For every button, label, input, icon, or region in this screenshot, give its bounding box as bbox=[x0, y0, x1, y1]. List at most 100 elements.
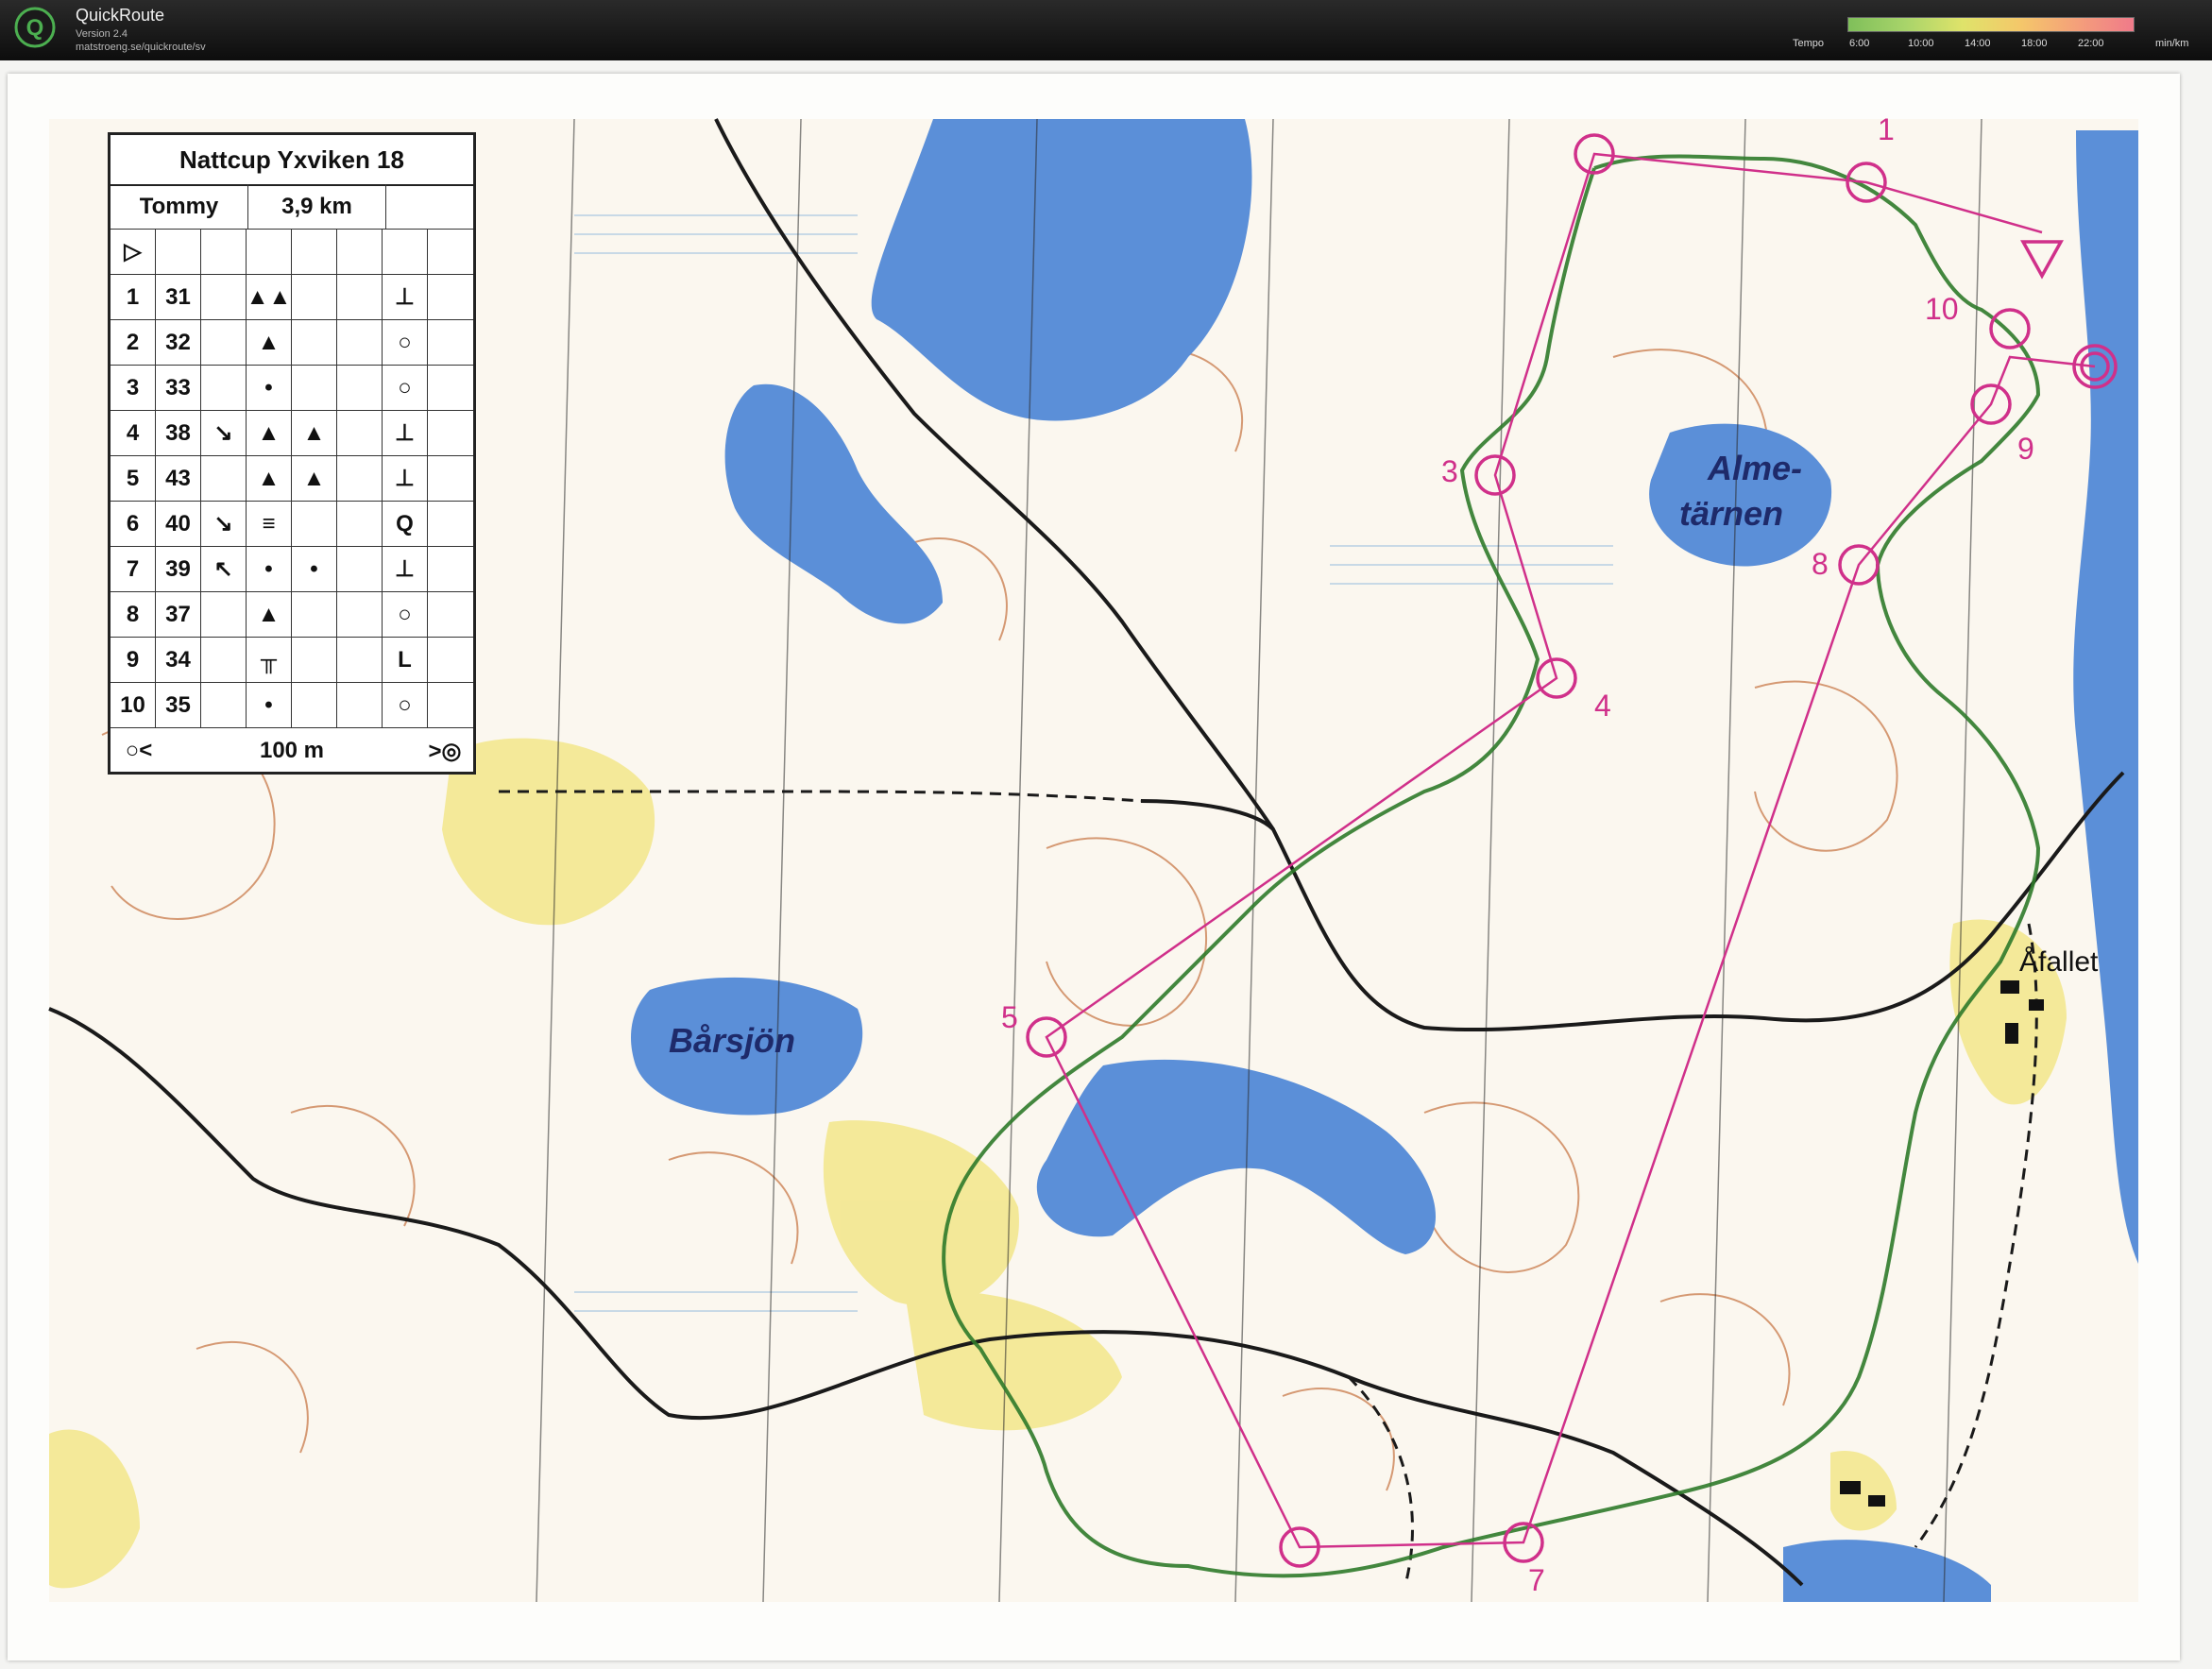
control-feature: ▲ bbox=[247, 592, 292, 637]
control-feature: ╥ bbox=[247, 638, 292, 682]
control-code: 34 bbox=[156, 638, 201, 682]
finish-marker-icon: >◎ bbox=[428, 738, 462, 764]
app-url: matstroeng.se/quickroute/sv bbox=[76, 42, 206, 53]
control-number-9: 9 bbox=[2017, 432, 2034, 466]
control-row: 5 43 ▲ ▲ ⊥ bbox=[111, 456, 473, 502]
empty-cell bbox=[156, 230, 201, 274]
control-row: 3 33 • ○ bbox=[111, 366, 473, 411]
control-num: 5 bbox=[111, 456, 156, 501]
control-feature: ≡ bbox=[247, 502, 292, 546]
control-feature: • bbox=[247, 366, 292, 410]
control-number-5: 5 bbox=[1001, 1000, 1018, 1034]
control-num: 4 bbox=[111, 411, 156, 455]
control-number-1: 1 bbox=[1878, 112, 1895, 146]
empty-cell bbox=[428, 456, 473, 501]
control-direction bbox=[201, 275, 247, 319]
control-num: 8 bbox=[111, 592, 156, 637]
app-version: Version 2.4 bbox=[76, 28, 128, 40]
control-feature: ▲ bbox=[247, 456, 292, 501]
control-code: 35 bbox=[156, 683, 201, 727]
control-code: 40 bbox=[156, 502, 201, 546]
runner-row: Tommy 3,9 km bbox=[111, 184, 473, 230]
runner-name: Tommy bbox=[111, 184, 248, 229]
control-extra: ⊥ bbox=[383, 456, 428, 501]
empty-cell bbox=[337, 683, 383, 727]
start-triangle-icon: ▷ bbox=[111, 230, 156, 274]
place-name-almetarnen-line2: tärnen bbox=[1679, 494, 1783, 533]
empty-cell bbox=[337, 275, 383, 319]
empty-cell bbox=[428, 592, 473, 637]
control-code: 43 bbox=[156, 456, 201, 501]
control-row: 9 34 ╥ L bbox=[111, 638, 473, 683]
control-description-sheet: Nattcup Yxviken 18 Tommy 3,9 km ▷ 1 31 ▲▲ ⊥… bbox=[108, 132, 476, 775]
empty-cell bbox=[337, 230, 383, 274]
course-length: 3,9 km bbox=[248, 184, 386, 229]
control-feature: • bbox=[247, 683, 292, 727]
empty-cell bbox=[337, 411, 383, 455]
control-code: 32 bbox=[156, 320, 201, 365]
control-extra: L bbox=[383, 638, 428, 682]
tempo-unit: min/km bbox=[2155, 38, 2189, 49]
control-detail: ▲ bbox=[292, 456, 337, 501]
control-direction bbox=[201, 320, 247, 365]
control-number-4: 4 bbox=[1594, 689, 1611, 723]
control-number-10: 10 bbox=[1925, 292, 1959, 326]
control-extra: ○ bbox=[383, 320, 428, 365]
control-row: 6 40 ↘ ≡ Q bbox=[111, 502, 473, 547]
control-code: 31 bbox=[156, 275, 201, 319]
tempo-tick: 22:00 bbox=[2078, 38, 2104, 49]
control-direction bbox=[201, 366, 247, 410]
control-feature: ▲▲ bbox=[247, 275, 292, 319]
control-direction: ↖ bbox=[201, 547, 247, 591]
control-detail bbox=[292, 275, 337, 319]
control-detail bbox=[292, 366, 337, 410]
control-direction: ↘ bbox=[201, 502, 247, 546]
control-code: 39 bbox=[156, 547, 201, 591]
control-detail: ▲ bbox=[292, 411, 337, 455]
control-row: 1 31 ▲▲ ⊥ bbox=[111, 275, 473, 320]
control-row: 10 35 • ○ bbox=[111, 683, 473, 728]
control-num: 9 bbox=[111, 638, 156, 682]
svg-text:Q: Q bbox=[26, 15, 44, 41]
control-num: 6 bbox=[111, 502, 156, 546]
finish-start-marker-icon: ○< bbox=[125, 738, 153, 763]
control-row: 8 37 ▲ ○ bbox=[111, 592, 473, 638]
empty-cell bbox=[428, 638, 473, 682]
control-detail: • bbox=[292, 547, 337, 591]
empty-cell bbox=[428, 366, 473, 410]
empty-cell bbox=[247, 230, 292, 274]
control-number-3: 3 bbox=[1441, 454, 1458, 488]
empty-cell bbox=[337, 502, 383, 546]
control-extra: ○ bbox=[383, 592, 428, 637]
control-extra: Q bbox=[383, 502, 428, 546]
empty-cell bbox=[428, 683, 473, 727]
control-row: 4 38 ↘ ▲ ▲ ⊥ bbox=[111, 411, 473, 456]
app-header: Q QuickRoute Version 2.4 matstroeng.se/q… bbox=[0, 0, 2212, 60]
empty-cell bbox=[428, 502, 473, 546]
control-row: 2 32 ▲ ○ bbox=[111, 320, 473, 366]
empty-cell bbox=[428, 275, 473, 319]
control-direction bbox=[201, 683, 247, 727]
tempo-tick: 10:00 bbox=[1908, 38, 1934, 49]
control-extra: ⊥ bbox=[383, 275, 428, 319]
empty-cell bbox=[428, 411, 473, 455]
control-extra: ⊥ bbox=[383, 547, 428, 591]
control-code: 38 bbox=[156, 411, 201, 455]
place-name-almetarnen-line1: Alme- bbox=[1707, 449, 1802, 487]
event-title: Nattcup Yxviken 18 bbox=[111, 135, 473, 186]
control-direction bbox=[201, 592, 247, 637]
tempo-tick: 6:00 bbox=[1849, 38, 1870, 49]
control-num: 1 bbox=[111, 275, 156, 319]
empty-cell bbox=[337, 456, 383, 501]
empty-cell bbox=[337, 638, 383, 682]
control-extra: ⊥ bbox=[383, 411, 428, 455]
tempo-tick: 14:00 bbox=[1965, 38, 1991, 49]
place-name-afallet: Åfallet bbox=[2019, 946, 2099, 978]
empty-cell bbox=[337, 592, 383, 637]
tempo-label: Tempo bbox=[1793, 38, 1825, 49]
empty-cell bbox=[337, 547, 383, 591]
start-row: ▷ bbox=[111, 230, 473, 275]
place-name-barsjon: Bårsjön bbox=[669, 1021, 795, 1060]
map-sheet[interactable]: 1 3 4 5 7 8 9 10 Alme- tärnen Bårsjön Åf… bbox=[8, 74, 2180, 1660]
control-detail bbox=[292, 683, 337, 727]
